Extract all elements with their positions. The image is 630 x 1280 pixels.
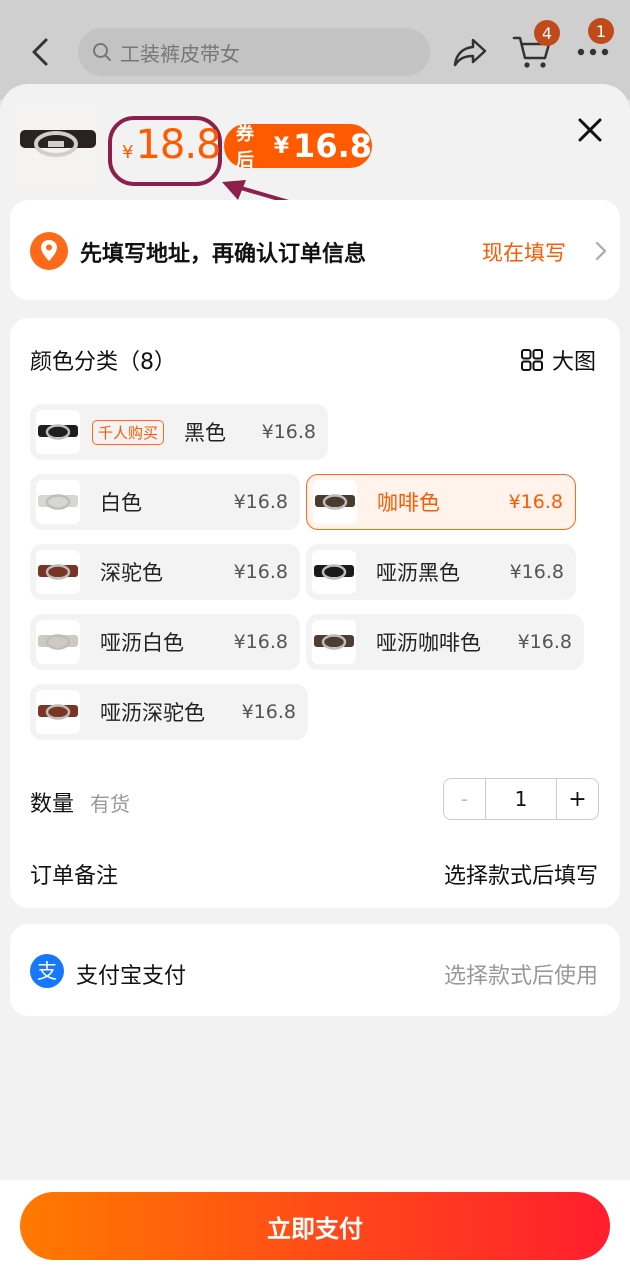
belt-thumbnail — [312, 550, 356, 594]
search-input[interactable]: 工装裤皮带女 — [78, 28, 430, 76]
option-name: 哑沥深驼色 — [100, 701, 205, 725]
big-picture-button[interactable]: 大图 — [520, 344, 596, 376]
belt-thumbnail — [36, 410, 80, 454]
option-name: 白色 — [100, 491, 142, 515]
option-price: ¥16.8 — [241, 701, 296, 723]
belt-thumbnail — [36, 480, 80, 524]
back-icon[interactable] — [26, 36, 54, 68]
location-pin-icon — [30, 232, 68, 270]
belt-thumbnail — [36, 550, 80, 594]
increase-button[interactable]: + — [556, 779, 598, 819]
option-price: ¥16.8 — [508, 491, 563, 513]
option-name: 哑沥咖啡色 — [376, 631, 481, 655]
product-thumbnail[interactable] — [16, 104, 100, 188]
cart-badge: 4 — [534, 20, 560, 46]
coupon-currency: ¥ — [273, 133, 290, 159]
product-price: ¥ 18.8 — [122, 122, 222, 168]
price-value: 18.8 — [135, 122, 221, 168]
payment-method-label: 支付宝支付 — [76, 964, 187, 989]
fill-address-link[interactable]: 现在填写 — [482, 237, 566, 267]
option-price: ¥16.8 — [517, 631, 572, 653]
address-card[interactable]: 先填写地址，再确认订单信息 现在填写 — [10, 200, 620, 300]
alipay-icon: 支 — [30, 954, 64, 988]
belt-thumbnail — [36, 690, 80, 734]
svg-text:支: 支 — [37, 959, 57, 983]
option-name: 咖啡色 — [377, 491, 440, 515]
popular-tag: 千人购买 — [92, 419, 165, 445]
payment-card[interactable]: 支 支付宝支付 选择款式后使用 — [10, 924, 620, 1016]
option-price: ¥16.8 — [509, 561, 564, 583]
order-note-label: 订单备注 — [30, 864, 119, 889]
close-icon[interactable] — [576, 116, 604, 144]
address-prompt: 先填写地址，再确认订单信息 — [80, 242, 367, 267]
search-icon — [93, 43, 111, 61]
option-price: ¥16.8 — [233, 631, 288, 653]
quantity-value[interactable]: 1 — [486, 779, 556, 819]
color-option[interactable]: 哑沥黑色 ¥16.8 — [306, 544, 576, 600]
option-name: 深驼色 — [100, 561, 163, 585]
message-badge: 1 — [588, 18, 614, 44]
big-picture-label: 大图 — [552, 350, 597, 375]
share-icon[interactable] — [452, 36, 488, 68]
coupon-price: 16.8 — [293, 127, 372, 165]
color-option-selected[interactable]: 咖啡色 ¥16.8 — [306, 474, 576, 530]
payment-method-value: 选择款式后使用 — [443, 964, 598, 989]
option-price: ¥16.8 — [261, 421, 316, 443]
decrease-button[interactable]: - — [444, 779, 486, 819]
option-price: ¥16.8 — [233, 561, 288, 583]
option-price: ¥16.8 — [233, 491, 288, 513]
belt-thumbnail — [312, 620, 356, 664]
chevron-right-icon — [595, 241, 607, 261]
color-category-title: 颜色分类（8） — [30, 350, 176, 375]
stock-status: 有货 — [90, 792, 130, 816]
color-option[interactable]: 白色 ¥16.8 — [30, 474, 300, 530]
price-currency: ¥ — [122, 142, 134, 163]
color-option[interactable]: 哑沥白色 ¥16.8 — [30, 614, 300, 670]
option-name: 哑沥黑色 — [376, 561, 460, 585]
quantity-stepper: - 1 + — [443, 778, 599, 820]
color-option[interactable]: 千人购买 黑色 ¥16.8 — [30, 404, 328, 460]
grid-icon — [521, 349, 543, 371]
pay-now-button[interactable]: 立即支付 — [20, 1192, 610, 1260]
color-option[interactable]: 哑沥咖啡色 ¥16.8 — [306, 614, 584, 670]
coupon-label: 券后 — [236, 124, 254, 171]
quantity-label: 数量 — [30, 792, 75, 817]
spec-card: 颜色分类（8） 大图 千人购买 黑色 ¥16.8 白色 ¥16.8 咖啡色 ¥1… — [10, 318, 620, 908]
color-option[interactable]: 哑沥深驼色 ¥16.8 — [30, 684, 308, 740]
option-name: 黑色 — [184, 421, 227, 445]
more-icon[interactable] — [576, 42, 610, 62]
belt-thumbnail — [313, 480, 357, 524]
belt-thumbnail — [36, 620, 80, 664]
coupon-price-badge: 券后 ¥ 16.8 — [224, 124, 372, 171]
order-note-value[interactable]: 选择款式后填写 — [444, 858, 598, 890]
option-name: 哑沥白色 — [100, 631, 184, 655]
color-option[interactable]: 深驼色 ¥16.8 — [30, 544, 300, 600]
search-placeholder: 工装裤皮带女 — [120, 41, 240, 66]
belt-image — [20, 130, 96, 157]
